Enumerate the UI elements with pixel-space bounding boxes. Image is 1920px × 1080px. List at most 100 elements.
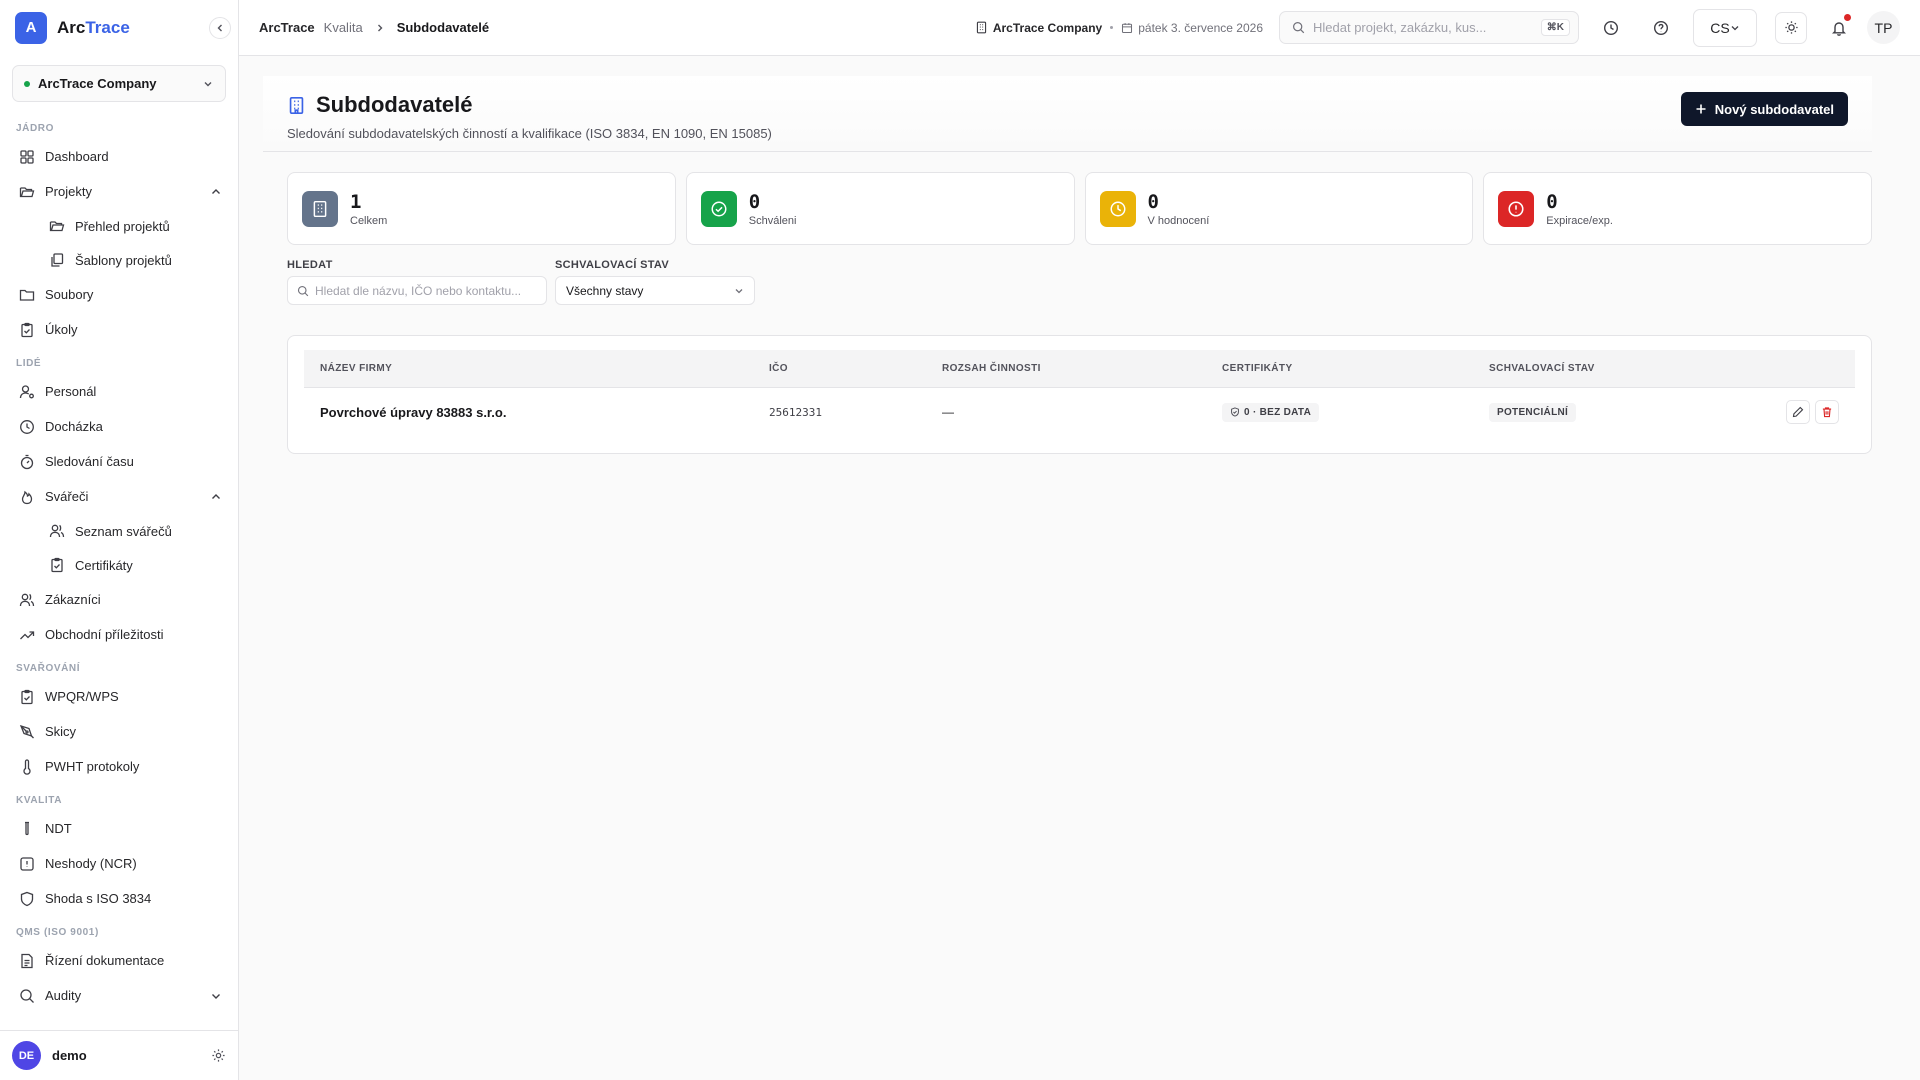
search-filter-box[interactable]: [287, 276, 547, 305]
global-search[interactable]: ⌘K: [1279, 11, 1579, 44]
chevron-down-icon: [212, 993, 220, 999]
sidebar-item-personal[interactable]: Personál: [0, 374, 238, 409]
language-value: CS: [1710, 19, 1730, 36]
collapse-sidebar-button[interactable]: [209, 17, 231, 39]
page-header-text: Subdodavatelé Sledování subdodavatelskýc…: [287, 92, 772, 141]
section-svarovani: SVAŘOVÁNÍ: [16, 662, 81, 674]
separator-dot: [1110, 26, 1114, 29]
file-text-icon: [18, 952, 36, 970]
column-header-status[interactable]: SCHVALOVACÍ STAV: [1473, 350, 1703, 387]
delete-button[interactable]: [1815, 400, 1839, 425]
alert-circle-icon: [1508, 200, 1524, 217]
settings-button[interactable]: [211, 1048, 226, 1063]
sidebar-item-svareci[interactable]: Svářeči: [0, 479, 238, 514]
column-header-name[interactable]: NÁZEV FIRMY: [304, 350, 753, 387]
sidebar-item-zakaznici[interactable]: Zákazníci: [0, 582, 238, 617]
status-filter-select[interactable]: Všechny stavy: [555, 276, 755, 305]
company-name-cell[interactable]: Povrchové úpravy 83883 s.r.o.: [304, 386, 753, 437]
sidebar-item-shoda-iso[interactable]: Shoda s ISO 3834: [0, 881, 238, 916]
sidebar-nav: JÁDRO Dashboard Projekty Přehled projekt…: [0, 112, 238, 1030]
sidebar-item-neshody[interactable]: Neshody (NCR): [0, 846, 238, 881]
sidebar-item-prehled-projektu[interactable]: Přehled projektů: [0, 209, 238, 243]
global-search-input[interactable]: [1313, 20, 1541, 35]
section-qms: QMS (ISO 9001): [16, 926, 99, 938]
sidebar: A ArcTrace ArcTrace Company JÁDRO Dashbo…: [0, 0, 239, 1080]
clock-icon: [1603, 20, 1619, 35]
chevron-down-icon: [1731, 25, 1739, 30]
plus-icon: [1696, 104, 1706, 114]
column-header-certificates[interactable]: CERTIFIKÁTY: [1206, 350, 1473, 387]
sidebar-item-obchodni-prilezitosti[interactable]: Obchodní příležitosti: [0, 617, 238, 652]
topbar-date: pátek 3. července 2026: [1121, 21, 1263, 35]
language-select[interactable]: CS: [1693, 8, 1757, 47]
help-button[interactable]: [1643, 10, 1679, 46]
stat-values: 0 Expirace/exp.: [1546, 191, 1613, 227]
sidebar-item-label: WPQR/WPS: [45, 689, 119, 704]
sidebar-header: A ArcTrace: [0, 0, 238, 55]
breadcrumb-kvalita[interactable]: Kvalita: [324, 20, 363, 35]
table-row[interactable]: Povrchové úpravy 83883 s.r.o. 25612331 —…: [304, 386, 1855, 437]
section-kvalita: KVALITA: [16, 794, 63, 806]
users-icon: [18, 591, 36, 609]
sidebar-item-sledovani-casu[interactable]: Sledování času: [0, 444, 238, 479]
status-filter-value: Všechny stavy: [566, 283, 644, 298]
user-avatar[interactable]: TP: [1867, 11, 1900, 44]
sidebar-item-pwht-protokoly[interactable]: PWHT protokoly: [0, 749, 238, 784]
copy-icon: [48, 251, 66, 269]
sidebar-item-audity[interactable]: Audity: [0, 978, 238, 1013]
column-header-actions: [1703, 350, 1855, 387]
column-header-scope[interactable]: ROZSAH ČINNOSTI: [926, 350, 1206, 387]
sidebar-item-ndt[interactable]: NDT: [0, 811, 238, 846]
notifications-button[interactable]: [1821, 10, 1857, 46]
sidebar-item-soubory[interactable]: Soubory: [0, 277, 238, 312]
theme-toggle[interactable]: [1775, 11, 1807, 44]
folder-icon: [48, 217, 66, 235]
sidebar-item-label: Certifikáty: [75, 557, 133, 573]
sidebar-item-label: Shoda s ISO 3834: [45, 891, 152, 906]
new-subcontractor-button[interactable]: Nový subdodavatel: [1680, 92, 1848, 126]
new-subcontractor-label: Nový subdodavatel: [1714, 101, 1834, 117]
sidebar-item-certifikaty[interactable]: Certifikáty: [0, 548, 238, 582]
filters: HLEDAT SCHVALOVACÍ STAV Všechny stavy: [263, 259, 1872, 305]
search-icon: [297, 285, 309, 296]
stat-label: Celkem: [350, 214, 388, 227]
section-jadro: JÁDRO: [16, 122, 55, 134]
breadcrumb-root[interactable]: ArcTrace: [259, 20, 315, 35]
stat-card-evaluation: 0V hodnocení: [1084, 172, 1474, 245]
user-name: demo: [52, 1048, 87, 1063]
search-filter-input[interactable]: [315, 283, 535, 298]
status-filter-label: SCHVALOVACÍ STAV: [555, 259, 669, 271]
status-filter: SCHVALOVACÍ STAV Všechny stavy: [555, 259, 755, 305]
chevron-down-icon: [735, 288, 743, 293]
stat-icon-expiration: [1498, 190, 1535, 227]
sidebar-item-dochazka[interactable]: Docházka: [0, 409, 238, 444]
sidebar-item-dashboard[interactable]: Dashboard: [0, 139, 238, 174]
company-switcher[interactable]: ArcTrace Company: [12, 65, 226, 102]
certificates-badge: 0 · BEZ DATA: [1222, 402, 1320, 422]
gear-icon: [212, 1049, 225, 1062]
sidebar-item-sablony-projektu[interactable]: Šablony projektů: [0, 243, 238, 277]
sidebar-item-ukoly[interactable]: Úkoly: [0, 312, 238, 347]
scope-cell: —: [926, 386, 1206, 437]
column-header-ico[interactable]: IČO: [753, 350, 926, 387]
sidebar-item-label: Přehled projektů: [75, 218, 170, 234]
subcontractors-table-card: NÁZEV FIRMY IČO ROZSAH ČINNOSTI CERTIFIK…: [287, 335, 1872, 454]
stat-label: Schváleni: [748, 214, 797, 227]
sidebar-item-label: NDT: [45, 821, 72, 836]
chevron-up-icon: [212, 493, 220, 499]
sidebar-item-label: Seznam svářečů: [75, 523, 172, 539]
chevron-up-icon: [212, 188, 220, 194]
flame-icon: [18, 488, 36, 506]
sidebar-item-projekty[interactable]: Projekty: [0, 174, 238, 209]
clock-icon: [1110, 201, 1125, 216]
sidebar-item-rizeni-dokumentace[interactable]: Řízení dokumentace: [0, 943, 238, 978]
app: A ArcTrace ArcTrace Company JÁDRO Dashbo…: [0, 0, 1920, 1080]
sidebar-item-seznam-svarecu[interactable]: Seznam svářečů: [0, 514, 238, 548]
history-button[interactable]: [1593, 10, 1629, 46]
sidebar-item-skicy[interactable]: Skicy: [0, 714, 238, 749]
user-avatar[interactable]: DE: [12, 1041, 41, 1070]
grid-icon: [18, 148, 36, 166]
edit-button[interactable]: [1786, 400, 1810, 425]
certificates-text: 0 · BEZ DATA: [1244, 406, 1312, 418]
sidebar-item-wpqr-wps[interactable]: WPQR/WPS: [0, 679, 238, 714]
